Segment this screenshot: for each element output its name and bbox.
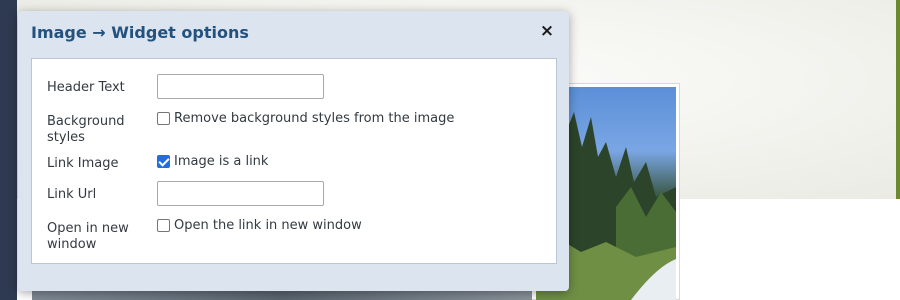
open-new-window-checkbox-label[interactable]: Open the link in new window [174, 218, 362, 233]
options-form: Header Text Background styles Remove bac… [31, 58, 557, 264]
background-styles-label: Background styles [47, 114, 125, 145]
image-is-link-checkbox-label[interactable]: Image is a link [174, 154, 268, 169]
link-image-label: Link Image [47, 156, 119, 171]
remove-background-checkbox-label[interactable]: Remove background styles from the image [174, 111, 454, 126]
link-url-label: Link Url [47, 187, 97, 202]
image-is-link-checkbox-wrap[interactable]: Image is a link [157, 154, 268, 169]
background-banner-edge [896, 0, 900, 199]
left-sidebar-rail [0, 0, 17, 300]
image-is-link-checkbox[interactable] [157, 155, 170, 168]
open-new-window-checkbox[interactable] [157, 219, 170, 232]
dialog-title: Image → Widget options [31, 23, 249, 42]
open-new-window-checkbox-wrap[interactable]: Open the link in new window [157, 218, 362, 233]
close-icon[interactable]: × [539, 22, 555, 40]
widget-options-dialog: Image → Widget options × Header Text Bac… [18, 11, 569, 291]
header-text-input[interactable] [157, 74, 324, 99]
remove-background-checkbox[interactable] [157, 112, 170, 125]
link-url-input[interactable] [157, 181, 324, 206]
header-text-label: Header Text [47, 80, 125, 95]
open-new-window-label: Open in new window [47, 221, 129, 252]
remove-background-checkbox-wrap[interactable]: Remove background styles from the image [157, 111, 454, 126]
